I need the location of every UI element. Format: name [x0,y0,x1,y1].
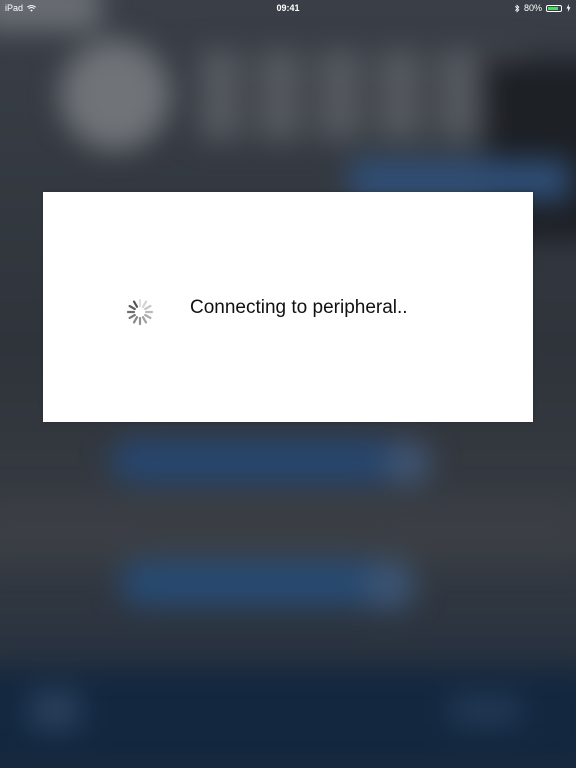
activity-spinner-icon [126,298,154,326]
spinner-spoke [141,316,148,324]
background-shape [30,690,80,730]
background-logo-shape [60,40,170,150]
background-button-shape [365,560,415,610]
connecting-message: Connecting to peripheral.. [190,297,408,318]
battery-icon [546,4,562,12]
background-shape [0,500,576,560]
background-shape [450,695,520,725]
spinner-spoke [128,304,136,311]
battery-percent: 80% [523,3,542,13]
background-button-shape [385,440,431,486]
bluetooth-icon [514,3,520,13]
spinner-spoke [132,316,139,324]
status-time: 09:41 [276,3,300,13]
background-button-shape [120,560,390,606]
charging-icon [566,4,571,12]
background-logo-shape [200,50,520,140]
spinner-spoke [144,313,152,320]
spinner-spoke [144,304,152,311]
background-button-shape [110,438,400,484]
status-right: 80% [514,0,571,16]
spinner-spoke [132,300,139,308]
spinner-spoke [141,300,148,308]
battery-fill [548,6,558,10]
spinner-spoke [128,313,136,320]
status-bar: iPad 09:41 80% [0,0,576,16]
